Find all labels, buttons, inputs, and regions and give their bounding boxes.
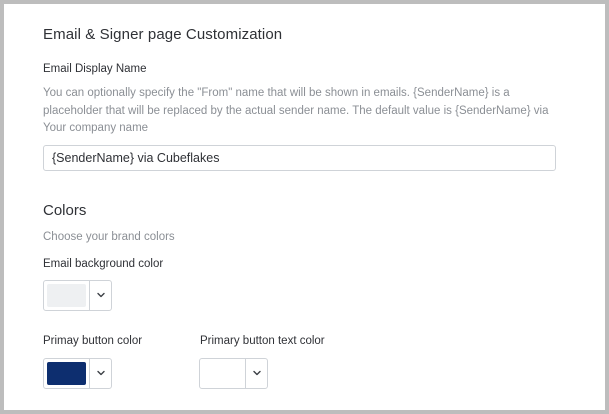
chevron-down-icon[interactable] [96, 290, 106, 300]
colors-subtitle: Choose your brand colors [43, 231, 175, 243]
email-background-color-label: Email background color [43, 258, 164, 270]
chevron-down-icon[interactable] [252, 368, 262, 378]
primary-button-text-color-label: Primary button text color [200, 335, 325, 347]
email-display-name-help: You can optionally specify the "From" na… [43, 87, 549, 134]
color-swatch [47, 362, 86, 385]
picker-divider [89, 359, 90, 388]
email-display-name-label: Email Display Name [43, 63, 147, 75]
colors-title: Colors [43, 202, 87, 219]
picker-divider [89, 281, 90, 310]
email-background-color-picker[interactable] [43, 280, 112, 311]
color-swatch [47, 284, 86, 307]
primary-button-color-label: Primay button color [43, 335, 143, 347]
settings-panel: Email & Signer page Customization Email … [0, 0, 609, 414]
email-display-name-input[interactable] [43, 145, 556, 171]
color-swatch [203, 362, 242, 385]
picker-divider [245, 359, 246, 388]
chevron-down-icon[interactable] [96, 368, 106, 378]
primary-button-text-color-picker[interactable] [199, 358, 268, 389]
section-title: Email & Signer page Customization [43, 26, 283, 43]
primary-button-color-picker[interactable] [43, 358, 112, 389]
